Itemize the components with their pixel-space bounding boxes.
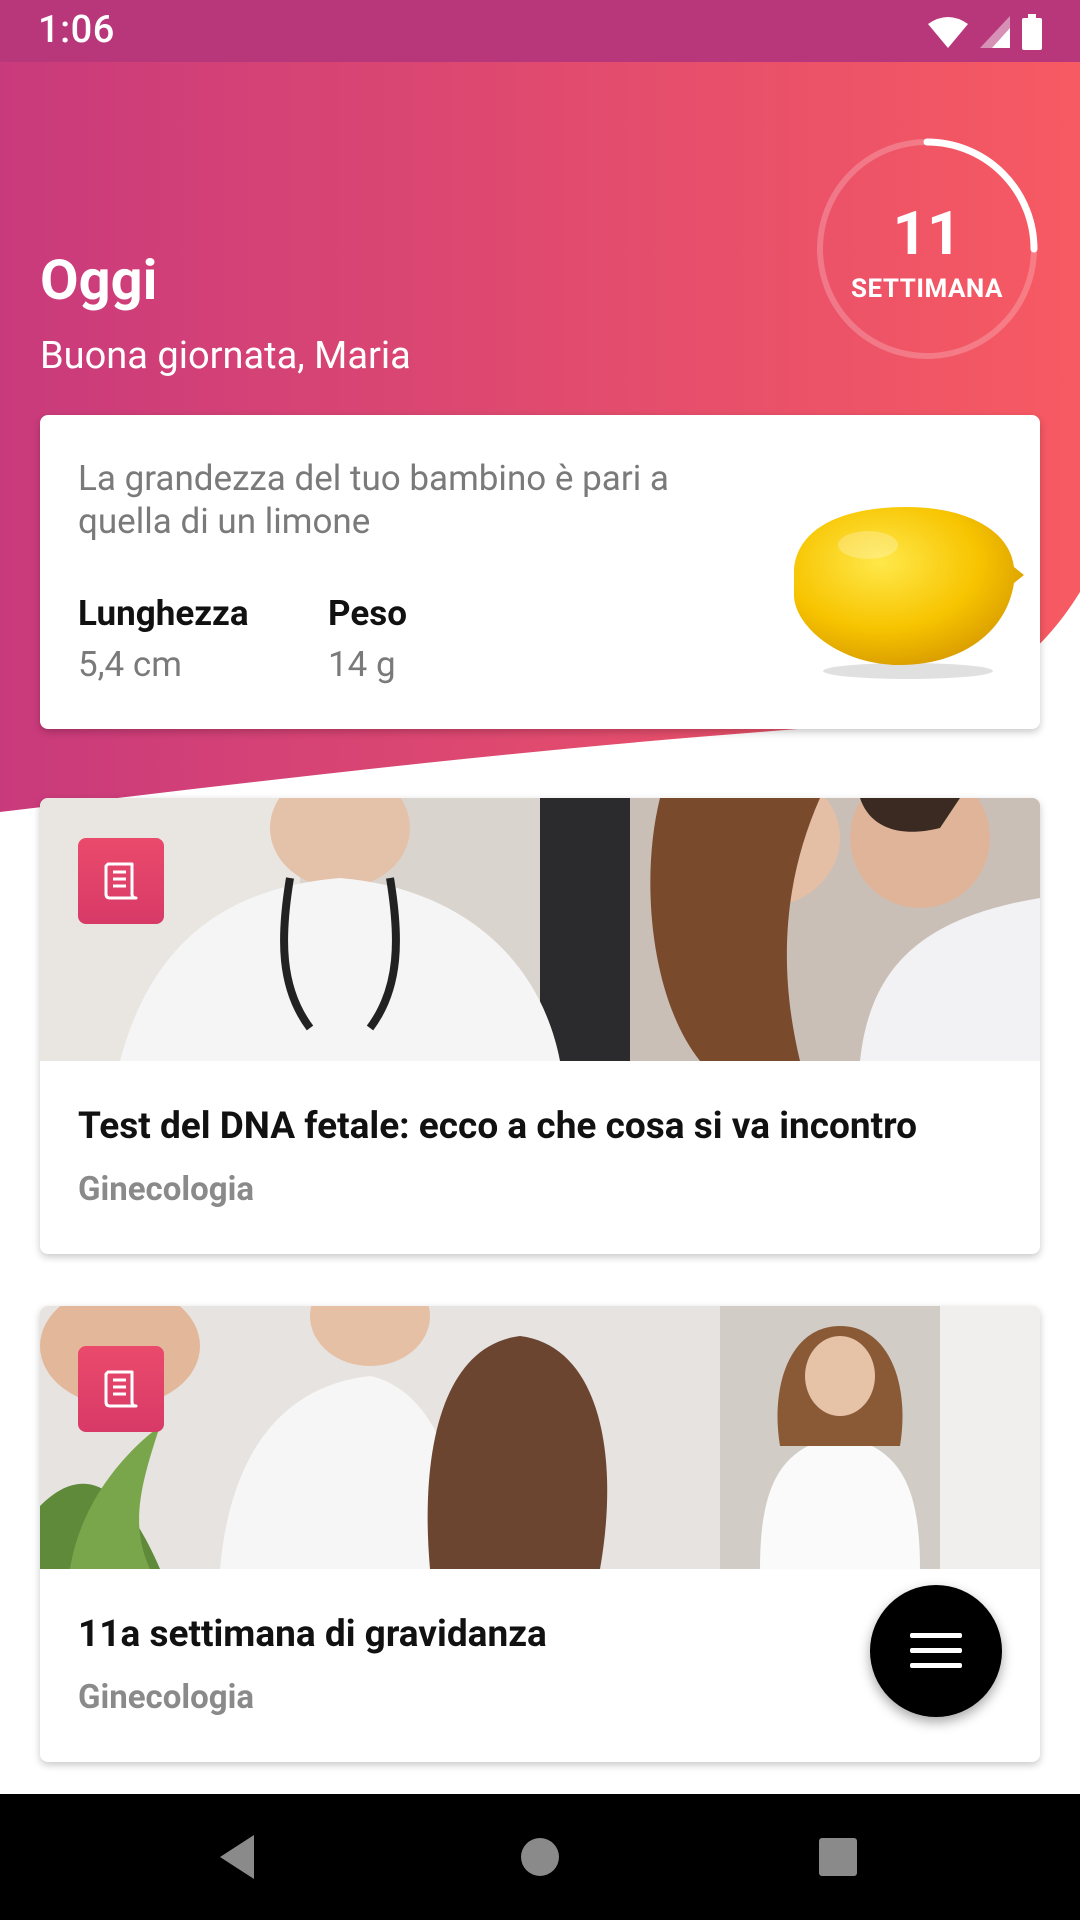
weight-value: 14 g xyxy=(328,644,396,685)
length-metric: Lunghezza 5,4 cm xyxy=(78,593,249,685)
status-bar: 1:06 xyxy=(0,0,1080,62)
weight-metric: Peso 14 g xyxy=(328,593,407,685)
wifi-icon xyxy=(928,17,968,48)
battery-icon xyxy=(1022,14,1042,50)
article-category: Ginecologia xyxy=(78,1170,254,1209)
article-badge xyxy=(78,838,164,924)
week-label: SETTIMANA xyxy=(851,274,1003,304)
lemon-image xyxy=(794,507,1024,679)
system-navigation-bar xyxy=(0,1794,1080,1920)
article-category: Ginecologia xyxy=(78,1678,254,1717)
back-icon[interactable] xyxy=(210,1827,270,1887)
status-time: 1:06 xyxy=(38,8,115,52)
length-label: Lunghezza xyxy=(78,593,249,634)
article-image xyxy=(40,798,1040,1061)
article-badge xyxy=(78,1346,164,1432)
home-icon[interactable] xyxy=(510,1827,570,1887)
status-icons xyxy=(928,12,1042,52)
menu-button[interactable] xyxy=(870,1585,1002,1717)
recents-icon[interactable] xyxy=(808,1827,868,1887)
length-value: 5,4 cm xyxy=(78,644,182,685)
weight-label: Peso xyxy=(328,593,407,634)
baby-size-card[interactable]: La grandezza del tuo bambino è pari a qu… xyxy=(40,415,1040,729)
article-title: 11a settimana di gravidanza xyxy=(78,1613,547,1656)
article-icon xyxy=(104,1370,138,1408)
article-title: Test del DNA fetale: ecco a che cosa si … xyxy=(78,1105,918,1148)
menu-icon xyxy=(910,1633,962,1668)
baby-size-description: La grandezza del tuo bambino è pari a qu… xyxy=(78,458,669,542)
article-image xyxy=(40,1306,1040,1569)
article-icon xyxy=(104,862,138,900)
article-card[interactable]: Test del DNA fetale: ecco a che cosa si … xyxy=(40,798,1040,1254)
signal-icon xyxy=(980,16,1010,48)
page-title: Oggi xyxy=(40,247,158,313)
greeting-text: Buona giornata, Maria xyxy=(40,334,411,378)
week-number: 11 xyxy=(892,198,962,269)
